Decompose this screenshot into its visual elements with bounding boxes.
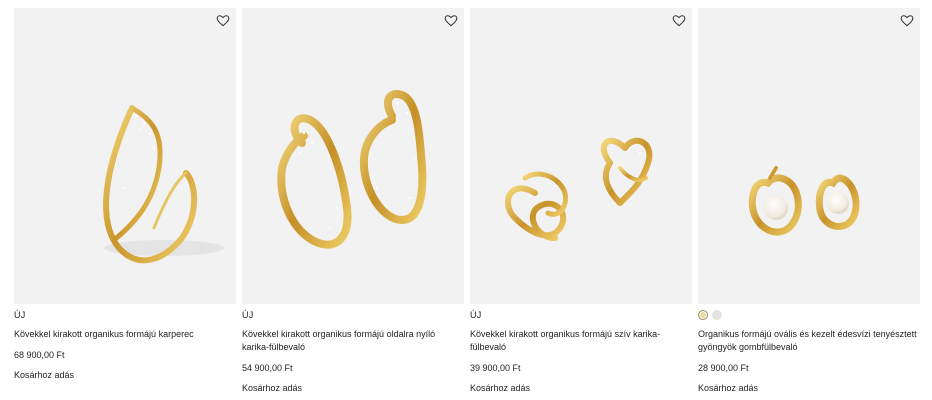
- add-to-cart-link[interactable]: Kosárhoz adás: [14, 369, 74, 381]
- add-to-cart-link[interactable]: Kosárhoz adás: [698, 382, 758, 394]
- bracelet-image: [103, 105, 224, 264]
- heart-outline-icon[interactable]: [672, 14, 686, 28]
- product-price: 28 900,00 Ft: [698, 363, 749, 373]
- product-image[interactable]: [698, 8, 920, 304]
- add-to-cart-link[interactable]: Kosárhoz adás: [470, 382, 530, 394]
- product-grid: ÚJ Kövekkel kirakott organikus formájú k…: [14, 8, 920, 400]
- product-price: 39 900,00 Ft: [470, 363, 521, 373]
- product-card[interactable]: ÚJ Kövekkel kirakott organikus formájú k…: [14, 8, 236, 383]
- pearl-earrings-image: [748, 166, 860, 236]
- product-card[interactable]: ÚJ Kövekkel kirakott organikus formájú o…: [242, 8, 464, 396]
- hoop-earrings-image: [277, 90, 427, 249]
- add-to-cart-link[interactable]: Kosárhoz adás: [242, 382, 302, 394]
- color-swatches: [698, 309, 920, 321]
- product-title[interactable]: Kövekkel kirakott organikus formájú karp…: [14, 328, 236, 341]
- heart-outline-icon[interactable]: [216, 14, 230, 28]
- product-title[interactable]: Kövekkel kirakott organikus formájú olda…: [242, 328, 464, 354]
- heart-outline-icon[interactable]: [900, 14, 914, 28]
- product-price: 54 900,00 Ft: [242, 363, 293, 373]
- product-title[interactable]: Kövekkel kirakott organikus formájú szív…: [470, 328, 692, 354]
- product-price: 68 900,00 Ft: [14, 350, 65, 360]
- product-card[interactable]: Organikus formájú ovális és kezelt édesv…: [698, 8, 920, 396]
- product-image[interactable]: [14, 8, 236, 304]
- new-badge: ÚJ: [14, 310, 26, 320]
- product-card[interactable]: ÚJ Kövekkel kirakott organikus formájú s…: [470, 8, 692, 396]
- product-image[interactable]: [242, 8, 464, 304]
- heart-earrings-image: [504, 137, 653, 241]
- heart-outline-icon[interactable]: [444, 14, 458, 28]
- silver-swatch[interactable]: [712, 310, 722, 320]
- gold-swatch[interactable]: [698, 310, 708, 320]
- product-image[interactable]: [470, 8, 692, 304]
- product-title[interactable]: Organikus formájú ovális és kezelt édesv…: [698, 328, 920, 354]
- new-badge: ÚJ: [470, 310, 482, 320]
- new-badge: ÚJ: [242, 310, 254, 320]
